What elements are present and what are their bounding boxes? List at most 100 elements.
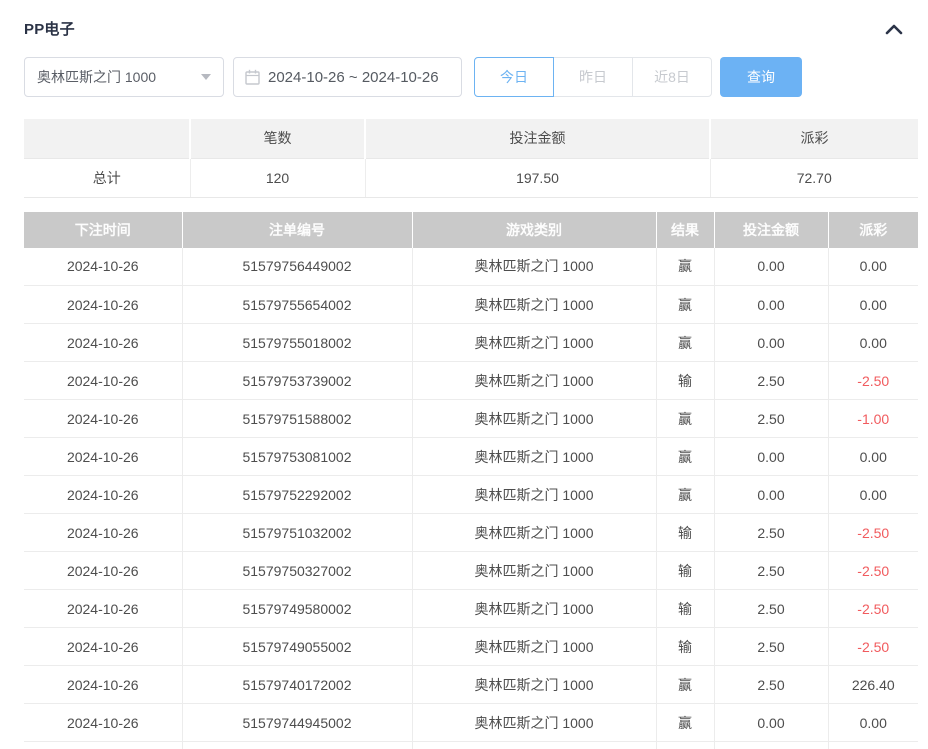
table-row: 2024-10-26 51579751032002 奥林匹斯之门 1000 输 2.50…: [24, 513, 918, 552]
result-cell: 输: [656, 589, 715, 628]
bet-amount-cell: 0.00: [714, 247, 829, 286]
range-last8days-button[interactable]: 近8日: [632, 57, 712, 97]
game-name-cell: 奥林匹斯之门 1000: [412, 665, 657, 704]
table-row: 2024-10-26 51579751588002 奥林匹斯之门 1000 赢 2.50…: [24, 399, 918, 438]
order-id-cell: 51579751032002: [182, 513, 413, 552]
order-id-cell: 51579751588002: [182, 399, 413, 438]
payout-cell: [828, 741, 918, 749]
order-id-cell: 51579749580002: [182, 589, 413, 628]
records-header-row: 下注时间 注单编号 游戏类别 结果 投注金额 派彩: [24, 211, 918, 248]
result-cell: 赢: [656, 285, 715, 324]
summary-header-row: 笔数 投注金额 派彩: [24, 119, 918, 159]
bet-date-cell: [24, 741, 183, 749]
game-name-cell: 奥林匹斯之门 1000: [412, 247, 657, 286]
filter-bar: 奥林匹斯之门 1000 2024-10-26 ~ 2024-10-26 今日 昨…: [24, 57, 904, 97]
bet-date-cell: 2024-10-26: [24, 247, 183, 286]
order-id-cell: 51579750327002: [182, 551, 413, 590]
bet-amount-cell: 0.00: [714, 285, 829, 324]
records-table: 下注时间 注单编号 游戏类别 结果 投注金额 派彩 2024-10-26 5157…: [24, 211, 918, 749]
result-cell: 赢: [656, 703, 715, 742]
payout-cell: -2.50: [828, 551, 918, 590]
bet-date-cell: 2024-10-26: [24, 627, 183, 666]
game-select[interactable]: 奥林匹斯之门 1000: [24, 57, 224, 97]
bet-amount-cell: 0.00: [714, 437, 829, 476]
quick-range-group: 今日 昨日 近8日: [474, 57, 712, 97]
order-id-cell: [182, 741, 413, 749]
payout-cell: 0.00: [828, 323, 918, 362]
order-id-cell: 51579755018002: [182, 323, 413, 362]
bet-amount-cell: 0.00: [714, 323, 829, 362]
bet-date-cell: 2024-10-26: [24, 589, 183, 628]
records-header-payout: 派彩: [828, 211, 918, 248]
records-header-bet-time: 下注时间: [24, 211, 183, 248]
range-yesterday-button[interactable]: 昨日: [553, 57, 633, 97]
summary-header-bet-amount: 投注金额: [365, 119, 711, 159]
table-row: 2024-10-26 51579755018002 奥林匹斯之门 1000 赢 0.00…: [24, 323, 918, 362]
game-name-cell: 奥林匹斯之门 1000: [412, 513, 657, 552]
bet-amount-cell: [714, 741, 829, 749]
result-cell: 输: [656, 551, 715, 590]
table-row: 2024-10-26 51579749580002 奥林匹斯之门 1000 输 2.50…: [24, 589, 918, 628]
summary-total-payout: 72.70: [710, 158, 918, 198]
game-name-cell: 奥林匹斯之门 1000: [412, 627, 657, 666]
calendar-icon: [245, 69, 260, 85]
payout-cell: -2.50: [828, 361, 918, 400]
summary-total-label: 总计: [24, 158, 191, 198]
bet-amount-cell: 2.50: [714, 551, 829, 590]
summary-header-count: 笔数: [190, 119, 366, 159]
bet-date-cell: 2024-10-26: [24, 437, 183, 476]
summary-total-bet-amount: 197.50: [365, 158, 711, 198]
result-cell: 输: [656, 627, 715, 666]
result-cell: 输: [656, 361, 715, 400]
payout-cell: -2.50: [828, 589, 918, 628]
range-today-button[interactable]: 今日: [474, 57, 554, 97]
records-tbody: 2024-10-26 51579756449002 奥林匹斯之门 1000 赢 0.00…: [24, 247, 918, 749]
records-header-bet-amount: 投注金额: [714, 211, 829, 248]
order-id-cell: 51579756449002: [182, 247, 413, 286]
result-cell: 赢: [656, 475, 715, 514]
order-id-cell: 51579752292002: [182, 475, 413, 514]
date-range-picker[interactable]: 2024-10-26 ~ 2024-10-26: [233, 57, 462, 97]
summary-header-payout: 派彩: [710, 119, 918, 159]
table-row-partial: [24, 741, 918, 749]
game-name-cell: 奥林匹斯之门 1000: [412, 703, 657, 742]
result-cell: 赢: [656, 437, 715, 476]
bet-date-cell: 2024-10-26: [24, 285, 183, 324]
payout-cell: -2.50: [828, 513, 918, 552]
query-button[interactable]: 查询: [720, 57, 802, 97]
order-id-cell: 51579753081002: [182, 437, 413, 476]
bet-amount-cell: 2.50: [714, 399, 829, 438]
summary-total-row: 总计 120 197.50 72.70: [24, 158, 918, 198]
order-id-cell: 51579755654002: [182, 285, 413, 324]
records-header-order-id: 注单编号: [182, 211, 413, 248]
summary-total-count: 120: [190, 158, 366, 198]
payout-cell: -1.00: [828, 399, 918, 438]
payout-cell: 0.00: [828, 285, 918, 324]
bet-date-cell: 2024-10-26: [24, 399, 183, 438]
chevron-down-icon: [201, 74, 211, 80]
table-row: 2024-10-26 51579753081002 奥林匹斯之门 1000 赢 0.00…: [24, 437, 918, 476]
payout-cell: 0.00: [828, 437, 918, 476]
bet-amount-cell: 2.50: [714, 513, 829, 552]
records-header-result: 结果: [656, 211, 715, 248]
chevron-up-icon: [885, 24, 903, 34]
table-row: 2024-10-26 51579740172002 奥林匹斯之门 1000 赢 2.50…: [24, 665, 918, 704]
pp-games-panel: PP电子 奥林匹斯之门 1000 2024-10-26 ~ 2024-10-26…: [0, 0, 928, 749]
order-id-cell: 51579744945002: [182, 703, 413, 742]
game-name-cell: 奥林匹斯之门 1000: [412, 361, 657, 400]
summary-header-empty: [24, 119, 191, 159]
table-row: 2024-10-26 51579752292002 奥林匹斯之门 1000 赢 0.00…: [24, 475, 918, 514]
game-name-cell: 奥林匹斯之门 1000: [412, 589, 657, 628]
game-select-value: 奥林匹斯之门 1000: [37, 69, 157, 85]
table-row: 2024-10-26 51579753739002 奥林匹斯之门 1000 输 2.50…: [24, 361, 918, 400]
bet-date-cell: 2024-10-26: [24, 703, 183, 742]
order-id-cell: 51579749055002: [182, 627, 413, 666]
collapse-panel-button[interactable]: [884, 22, 904, 36]
result-cell: [656, 741, 715, 749]
payout-cell: 226.40: [828, 665, 918, 704]
game-name-cell: 奥林匹斯之门 1000: [412, 437, 657, 476]
page-title: PP电子: [24, 21, 75, 38]
panel-header: PP电子: [0, 0, 928, 39]
result-cell: 输: [656, 513, 715, 552]
game-name-cell: 奥林匹斯之门 1000: [412, 551, 657, 590]
